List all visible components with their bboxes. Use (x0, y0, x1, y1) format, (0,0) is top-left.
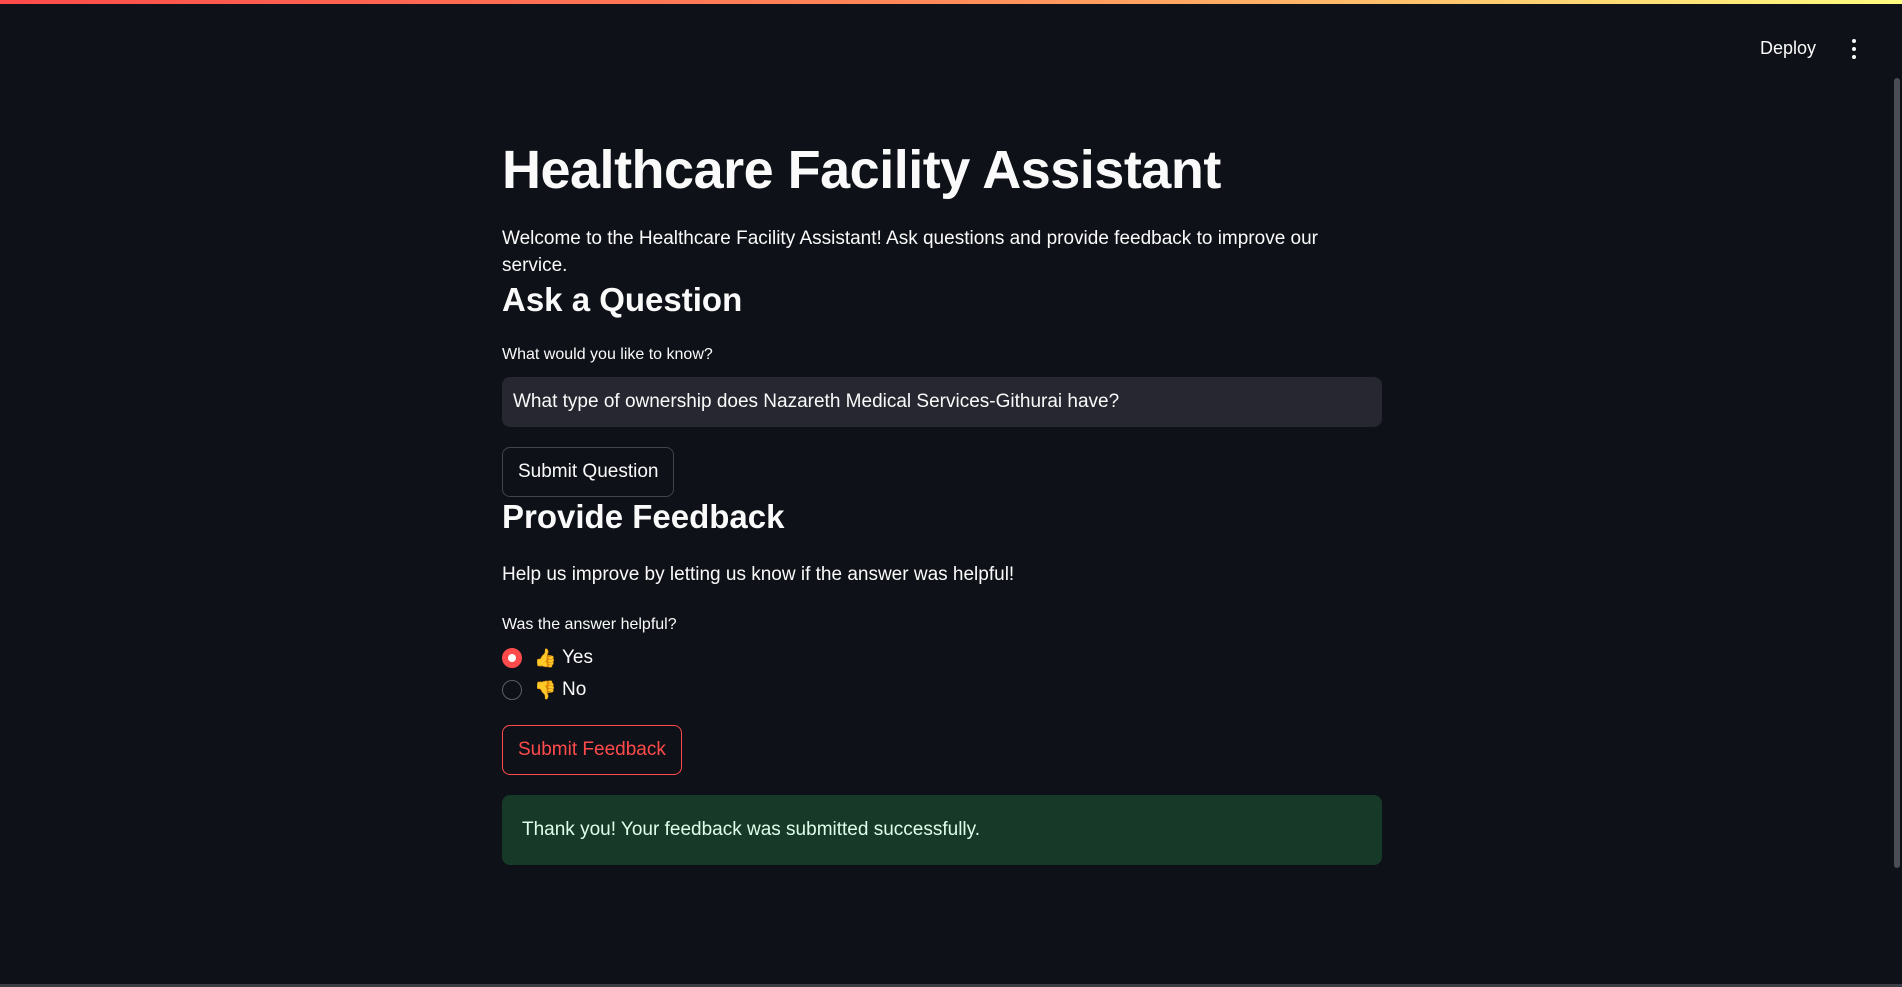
intro-text: Welcome to the Healthcare Facility Assis… (502, 228, 1319, 277)
header-toolbar: Deploy (1756, 30, 1864, 67)
radio-option-label: No (562, 679, 587, 701)
helpful-radio-label: Was the answer helpful? (502, 616, 677, 634)
question-input-label: What would you like to know? (502, 346, 713, 364)
ask-question-heading: Ask a Question (502, 280, 743, 318)
radio-button-checked[interactable] (502, 648, 522, 669)
feedback-help-text: Help us improve by letting us know if th… (502, 563, 1015, 585)
question-input[interactable] (502, 377, 1382, 428)
submit-question-button[interactable]: Submit Question (502, 447, 675, 498)
success-alert: Thank you! Your feedback was submitted s… (502, 795, 1382, 866)
thumbs-down-icon: 👎 (534, 679, 557, 701)
helpful-radio-group: 👍 Yes 👎 No (502, 646, 1382, 702)
menu-dot (1852, 38, 1856, 43)
menu-dot (1852, 54, 1856, 59)
menu-dot (1852, 46, 1856, 51)
radio-option-no[interactable]: 👎 No (502, 678, 1382, 702)
scrollbar[interactable] (1894, 78, 1900, 868)
submit-feedback-button[interactable]: Submit Feedback (502, 725, 682, 776)
radio-option-yes[interactable]: 👍 Yes (502, 646, 1382, 670)
radio-option-label: Yes (562, 647, 593, 669)
top-decoration-bar (0, 0, 1902, 4)
app-root: Deploy Healthcare Facility Assistant Wel… (0, 0, 1902, 987)
provide-feedback-heading: Provide Feedback (502, 498, 785, 536)
page-title: Healthcare Facility Assistant (502, 140, 1221, 200)
vertical-ellipsis-icon[interactable] (1844, 35, 1864, 63)
radio-button-unchecked[interactable] (502, 680, 522, 701)
success-message: Thank you! Your feedback was submitted s… (522, 819, 981, 841)
deploy-button[interactable]: Deploy (1756, 30, 1820, 67)
main-content: Healthcare Facility Assistant Welcome to… (502, 140, 1382, 866)
thumbs-up-icon: 👍 (534, 647, 557, 669)
